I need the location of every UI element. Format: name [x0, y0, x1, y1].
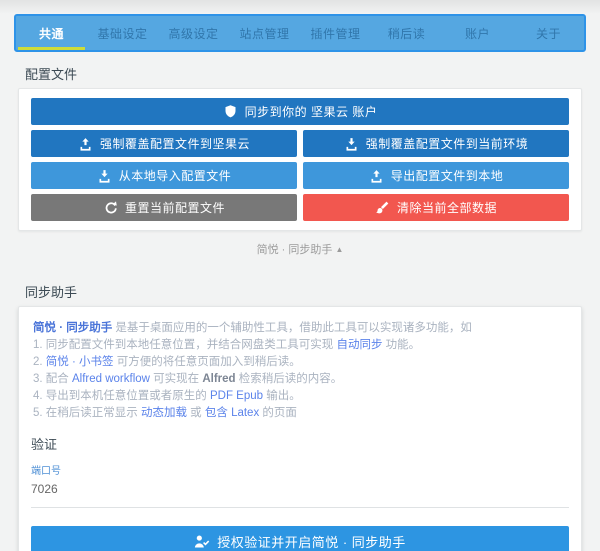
profile-card: 同步到你的 坚果云 账户 强制覆盖配置文件到坚果云 强制覆盖配置文件到当前环境	[18, 88, 582, 231]
helper-section-title: 同步助手	[25, 282, 575, 298]
sync-nutstore-button[interactable]: 同步到你的 坚果云 账户	[31, 98, 569, 125]
tab-bar: 共通 基础设定 高级设定 站点管理 插件管理 稍后读 账户 关于	[14, 14, 586, 52]
helper-description: 简悦 · 同步助手 是基于桌面应用的一个辅助性工具，借助此工具可以实现诸多功能，…	[31, 317, 569, 422]
sync-helper-toggle-label: 简悦 · 同步助手	[257, 244, 333, 256]
sync-nutstore-label: 同步到你的 坚果云 账户	[245, 103, 378, 120]
force-overwrite-nutstore-label: 强制覆盖配置文件到坚果云	[100, 135, 250, 152]
clear-all-button[interactable]: 清除当前全部数据	[303, 194, 569, 221]
import-local-button[interactable]: 从本地导入配置文件	[31, 162, 297, 189]
authorize-button[interactable]: 授权验证并开启简悦 · 同步助手	[31, 526, 569, 551]
user-check-icon	[194, 534, 210, 550]
simpread-sync-helper-link[interactable]: 简悦 · 同步助手	[33, 322, 112, 334]
upload-tray-icon	[78, 136, 93, 151]
authorize-button-label: 授权验证并开启简悦 · 同步助手	[217, 532, 406, 551]
tab-site-manager[interactable]: 站点管理	[229, 16, 300, 50]
import-local-label: 从本地导入配置文件	[119, 167, 232, 184]
tab-common[interactable]: 共通	[16, 16, 87, 50]
profile-section-title: 配置文件	[25, 64, 575, 80]
tab-about[interactable]: 关于	[513, 16, 584, 50]
pdf-epub-link[interactable]: PDF Epub	[210, 390, 263, 402]
helper-intro-line: 简悦 · 同步助手 是基于桌面应用的一个辅助性工具，借助此工具可以实现诸多功能，…	[33, 320, 567, 337]
download-tray-icon	[97, 168, 112, 183]
clear-all-label: 清除当前全部数据	[397, 199, 497, 216]
refresh-icon	[103, 200, 118, 215]
alfred-workflow-link[interactable]: Alfred workflow	[72, 373, 150, 385]
helper-list-item: 1. 同步配置文件到本地任意位置，并结合网盘类工具可实现 自动同步 功能。	[33, 337, 567, 354]
triangle-up-icon: ▲	[335, 245, 343, 254]
force-overwrite-row: 强制覆盖配置文件到坚果云 强制覆盖配置文件到当前环境	[31, 130, 569, 157]
bookmarklet-link[interactable]: 简悦 · 小书签	[46, 356, 114, 368]
tab-account[interactable]: 账户	[442, 16, 513, 50]
export-local-label: 导出配置文件到本地	[391, 167, 504, 184]
force-overwrite-env-button[interactable]: 强制覆盖配置文件到当前环境	[303, 130, 569, 157]
reset-clear-row: 重置当前配置文件 清除当前全部数据	[31, 194, 569, 221]
latex-link[interactable]: 包含 Latex	[205, 407, 259, 419]
tab-basic-settings[interactable]: 基础设定	[87, 16, 158, 50]
helper-list-item: 4. 导出到本机任意位置或者原生的 PDF Epub 输出。	[33, 388, 567, 405]
simpread-settings-page: 共通 基础设定 高级设定 站点管理 插件管理 稍后读 账户 关于 配置文件 同步…	[0, 0, 600, 551]
force-overwrite-nutstore-button[interactable]: 强制覆盖配置文件到坚果云	[31, 130, 297, 157]
dynamic-load-link[interactable]: 动态加载	[141, 407, 187, 419]
reset-current-label: 重置当前配置文件	[125, 199, 225, 216]
port-input[interactable]	[31, 475, 569, 508]
shield-icon	[223, 104, 238, 119]
download-tray-icon	[344, 136, 359, 151]
sync-helper-collapse-toggle[interactable]: 简悦 · 同步助手 ▲	[0, 241, 600, 258]
export-local-button[interactable]: 导出配置文件到本地	[303, 162, 569, 189]
tab-advanced-settings[interactable]: 高级设定	[158, 16, 229, 50]
import-export-row: 从本地导入配置文件 导出配置文件到本地	[31, 162, 569, 189]
port-field-label: 端口号	[31, 462, 569, 475]
helper-card: 简悦 · 同步助手 是基于桌面应用的一个辅助性工具，借助此工具可以实现诸多功能，…	[18, 306, 582, 551]
helper-list-item: 2. 简悦 · 小书签 可方便的将任意页面加入到稍后读。	[33, 354, 567, 371]
helper-list-item: 3. 配合 Alfred workflow 可实现在 Alfred 检索稍后读的…	[33, 371, 567, 388]
upload-tray-icon	[369, 168, 384, 183]
reset-current-button[interactable]: 重置当前配置文件	[31, 194, 297, 221]
verify-section-title: 验证	[31, 434, 569, 450]
helper-list-item: 5. 在稍后读正常显示 动态加载 或 包含 Latex 的页面	[33, 405, 567, 422]
auto-sync-link[interactable]: 自动同步	[336, 339, 382, 351]
tab-read-later[interactable]: 稍后读	[371, 16, 442, 50]
tab-plugin-manager[interactable]: 插件管理	[300, 16, 371, 50]
brush-icon	[375, 200, 390, 215]
force-overwrite-env-label: 强制覆盖配置文件到当前环境	[366, 135, 529, 152]
